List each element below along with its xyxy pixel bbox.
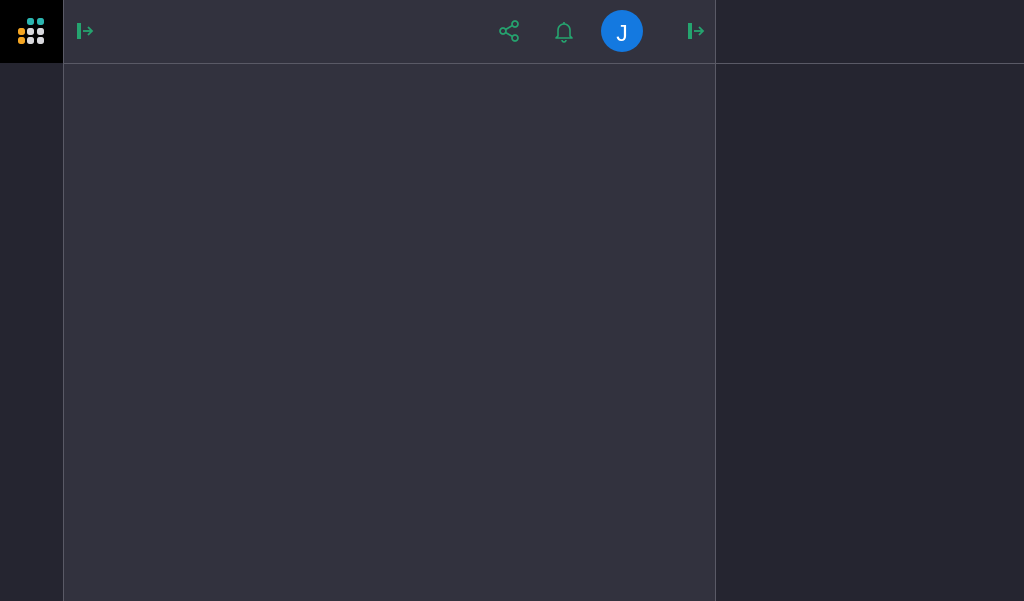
collapse-panel-icon xyxy=(688,23,705,39)
left-sidebar-rail xyxy=(0,63,63,601)
right-panel xyxy=(716,0,1024,601)
user-avatar[interactable]: J xyxy=(601,10,643,52)
main-header: J xyxy=(64,0,715,64)
avatar-initial: J xyxy=(616,19,628,46)
app-logo-icon xyxy=(17,17,44,44)
share-button[interactable] xyxy=(496,18,522,44)
notifications-button[interactable] xyxy=(551,18,577,44)
app-logo[interactable] xyxy=(0,0,63,63)
collapse-sidebar-icon xyxy=(77,23,94,39)
collapse-sidebar-button[interactable] xyxy=(74,20,96,42)
collapse-panel-button[interactable] xyxy=(685,20,707,42)
bell-icon xyxy=(555,22,573,43)
share-icon xyxy=(499,20,519,42)
app-window: J xyxy=(0,0,1024,601)
right-panel-header xyxy=(716,0,1024,64)
main-panel: J xyxy=(63,0,716,601)
